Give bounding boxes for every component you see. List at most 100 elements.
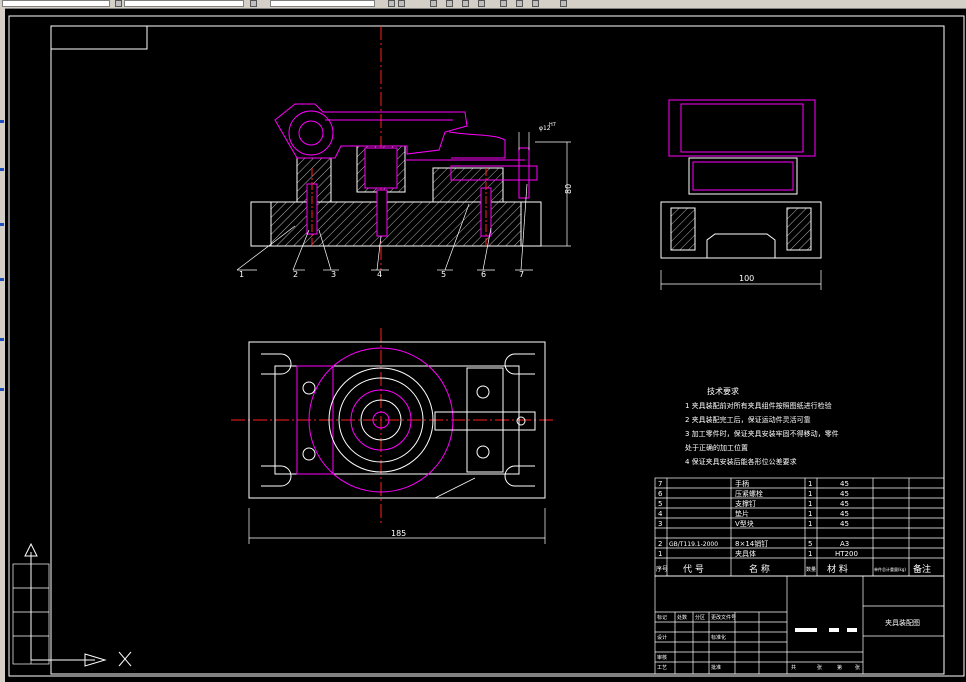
- drawing-name: 夹具装配图: [885, 618, 920, 627]
- tb-label: 标记: [657, 614, 667, 621]
- outer-frame: [8, 15, 965, 677]
- tech-req-item: 处于正确的加工位置: [685, 443, 748, 452]
- inner-frame: [50, 25, 945, 675]
- tb-label: 标准化: [711, 634, 726, 641]
- bom-mat: 45: [840, 490, 849, 498]
- bom-name: 手柄: [735, 479, 749, 488]
- tech-req-item: 3 加工零件时，保证夹具安装牢固不得移动，零件: [685, 429, 839, 438]
- tb-label: 共: [791, 664, 796, 671]
- tb-label: 第: [837, 664, 842, 671]
- layer-icon[interactable]: [115, 0, 122, 7]
- bom-name: 夹具体: [735, 549, 756, 558]
- bom-no: 6: [658, 490, 663, 498]
- bom-name: 压紧螺栓: [735, 489, 763, 498]
- bom-header-code: 代 号: [683, 564, 704, 575]
- bom-no: 1: [658, 550, 662, 558]
- dim-height-text: 80: [564, 184, 573, 194]
- properties-icon[interactable]: [500, 0, 507, 7]
- leader-label: 6: [481, 270, 486, 279]
- tb-label: 更改文件号: [711, 614, 736, 621]
- title-block-blocks: [795, 628, 857, 632]
- tb-label: 工艺: [657, 665, 667, 671]
- side-view: 100: [660, 99, 822, 290]
- title-block-text: 标记 处数 分区 更改文件号 设计 标准化 审核 工艺 批准 共 张 第 张 夹…: [657, 614, 920, 671]
- bom-qty: 1: [808, 480, 812, 488]
- leader-label: 4: [377, 270, 382, 279]
- leader-label: 5: [441, 270, 446, 279]
- dim-side-width: 100: [739, 274, 754, 283]
- tool-mark[interactable]: [0, 388, 4, 391]
- bom-code: GB/T119.1-2000: [669, 541, 718, 548]
- dim-phi-tol: H7: [549, 122, 556, 128]
- leader-label: 3: [331, 270, 336, 279]
- front-view: 80 φ12 H7 1 2 3 4 5 6 7: [236, 26, 573, 279]
- tool-mark[interactable]: [0, 223, 4, 226]
- tool-mark[interactable]: [0, 278, 4, 281]
- bom-name: 垫片: [735, 509, 749, 518]
- tb-label: 设计: [657, 634, 667, 641]
- tool-mark[interactable]: [0, 120, 4, 123]
- bom-name: 支撑钉: [735, 499, 756, 508]
- pan-icon[interactable]: [430, 0, 437, 7]
- zoom-icon[interactable]: [446, 0, 453, 7]
- zoom-previous-icon[interactable]: [478, 0, 485, 7]
- tb-label: 批准: [711, 664, 721, 671]
- design-center-icon[interactable]: [516, 0, 523, 7]
- tag-box: [50, 25, 148, 50]
- help-icon[interactable]: [560, 0, 567, 7]
- layer-dropdown[interactable]: [2, 0, 110, 7]
- dim-plan-width: 185: [391, 529, 406, 538]
- tb-label: 审核: [657, 654, 667, 661]
- bom-mat: 45: [840, 520, 849, 528]
- drawing-canvas[interactable]: 80 φ12 H7 1 2 3 4 5 6 7 100 185 技术要求 1 夹…: [5, 8, 966, 682]
- bom-no: 3: [658, 520, 662, 528]
- bom-no: 5: [658, 500, 662, 508]
- color-dropdown[interactable]: [124, 0, 244, 7]
- bom-qty: 1: [808, 550, 812, 558]
- tool-palette-icon[interactable]: [532, 0, 539, 7]
- bom-text: 7 手柄 1 45 6 压紧螺栓 1 45 5 支撑钉 1 45 4 垫片 1 …: [656, 479, 931, 575]
- bom-name: 8×14销钉: [735, 539, 768, 548]
- bom-qty: 1: [808, 520, 812, 528]
- leader-label: 1: [239, 270, 244, 279]
- bom-no: 7: [658, 480, 662, 488]
- bom-name: V型块: [735, 519, 754, 528]
- redo-icon[interactable]: [398, 0, 405, 7]
- plan-view: 185: [231, 328, 553, 544]
- bom-header-no: 序号: [656, 565, 668, 573]
- bom-qty: 1: [808, 490, 812, 498]
- tech-req-item: 4 保证夹具安装后能各形位公差要求: [685, 457, 797, 466]
- undo-icon[interactable]: [388, 0, 395, 7]
- linetype-dropdown[interactable]: [270, 0, 375, 7]
- bom-header-note: 备注: [913, 563, 931, 575]
- leader-label: 2: [293, 270, 298, 279]
- bom-mat: HT200: [835, 550, 858, 558]
- tech-req-item: 1 夹具装配前对所有夹具组件按照图纸进行检验: [685, 401, 832, 410]
- bom-qty: 1: [808, 510, 812, 518]
- ucs-icon: [24, 542, 132, 667]
- leader-label: 7: [519, 270, 524, 279]
- bill-of-materials: [654, 477, 945, 577]
- bom-mat: A3: [840, 540, 849, 548]
- bom-header-name: 名 称: [749, 563, 770, 575]
- bom-qty: 1: [808, 500, 812, 508]
- tool-mark[interactable]: [0, 168, 4, 171]
- bom-mat: 45: [840, 510, 849, 518]
- tb-label: 张: [817, 664, 822, 671]
- tool-mark[interactable]: [0, 338, 4, 341]
- linetype-icon[interactable]: [250, 0, 257, 7]
- bom-mat: 45: [840, 500, 849, 508]
- bom-header-mat: 材 料: [827, 563, 848, 575]
- bom-no: 4: [658, 510, 663, 518]
- tb-label: 分区: [695, 614, 705, 621]
- tech-req-title: 技术要求: [707, 386, 739, 396]
- tb-label: 处数: [677, 614, 687, 621]
- bom-header-weight: 单件总计重量(kg): [874, 566, 906, 572]
- tech-requirements: 技术要求 1 夹具装配前对所有夹具组件按照图纸进行检验 2 夹具装配完工后，保证…: [685, 386, 839, 466]
- bom-mat: 45: [840, 480, 849, 488]
- zoom-window-icon[interactable]: [462, 0, 469, 7]
- tb-label: 张: [855, 664, 860, 671]
- tech-req-item: 2 夹具装配完工后，保证运动件灵活可靠: [685, 415, 811, 424]
- bom-qty: 5: [808, 540, 812, 548]
- bom-no: 2: [658, 540, 662, 548]
